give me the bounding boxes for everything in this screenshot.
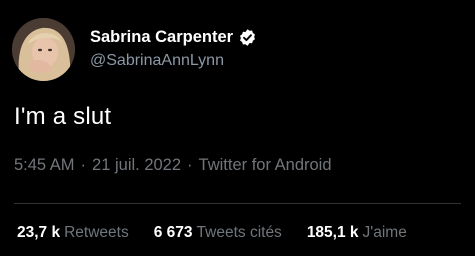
verified-badge-icon (238, 28, 257, 47)
likes-count: 185,1 k (306, 224, 359, 241)
tweet-source[interactable]: Twitter for Android (199, 156, 332, 174)
engagement-stats: 23,7 k Retweets 6 673 Tweets cités 185,1 k… (17, 224, 407, 242)
quotes-label: Tweets cités (196, 224, 282, 241)
retweets-count: 23,7 k (17, 224, 61, 241)
retweets-label: Retweets (64, 224, 129, 241)
likes-stat[interactable]: 185,1 k J'aime (307, 224, 407, 242)
tweet-date[interactable]: 21 juil. 2022 (92, 156, 181, 174)
display-name[interactable]: Sabrina Carpenter (90, 28, 233, 47)
avatar[interactable] (12, 18, 75, 81)
tweet-card: Sabrina Carpenter @SabrinaAnnLynn I'm a … (0, 0, 475, 256)
quotes-count: 6 673 (153, 224, 193, 241)
quotes-stat[interactable]: 6 673 Tweets cités (154, 224, 282, 242)
meta-separator: · (80, 156, 87, 174)
likes-label: J'aime (362, 224, 407, 241)
tweet-text: I'm a slut (14, 103, 112, 130)
tweet-meta: 5:45 AM · 21 juil. 2022 · Twitter for Androi… (14, 156, 332, 175)
tweet-time[interactable]: 5:45 AM (14, 156, 75, 174)
meta-separator: · (187, 156, 193, 174)
retweets-stat[interactable]: 23,7 k Retweets (17, 224, 129, 242)
profile-photo-icon (12, 18, 75, 81)
author-handle[interactable]: @SabrinaAnnLynn (90, 52, 224, 70)
divider (14, 203, 461, 204)
author-name-row[interactable]: Sabrina Carpenter (90, 26, 257, 48)
